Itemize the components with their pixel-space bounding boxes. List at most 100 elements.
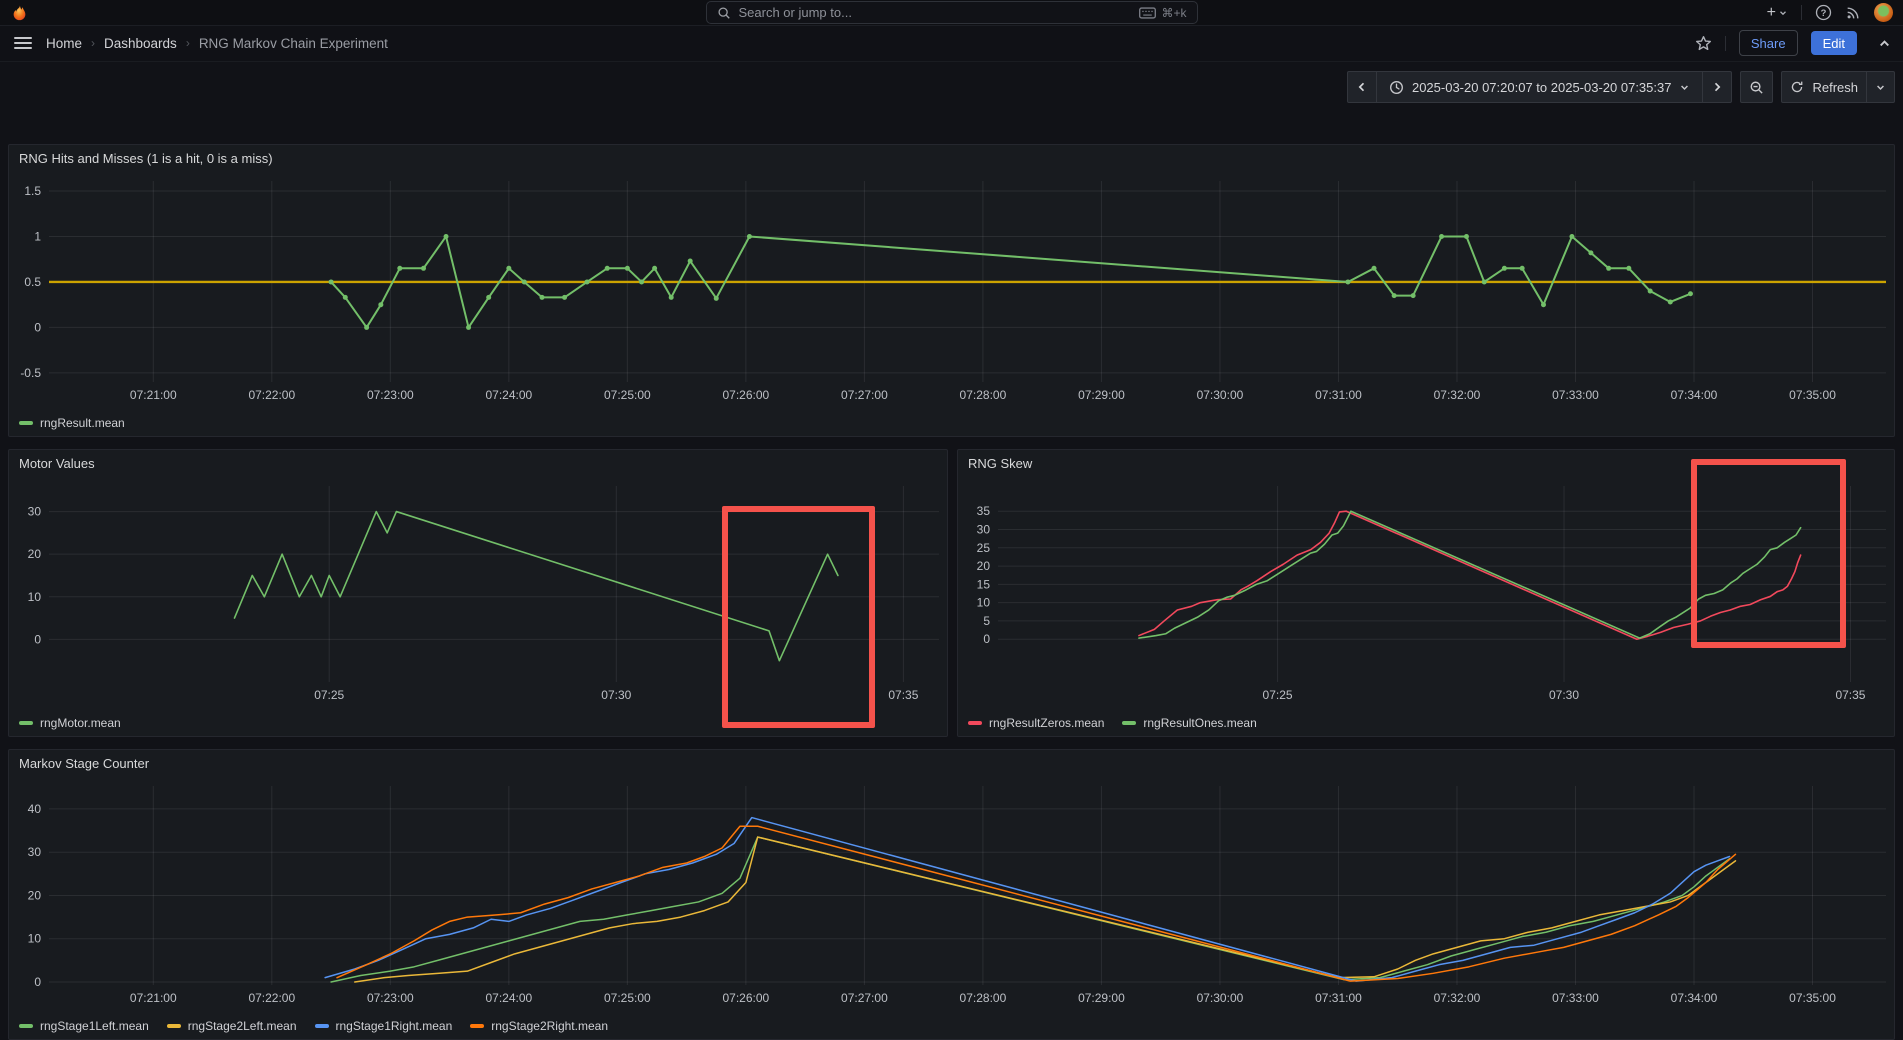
star-icon[interactable] <box>1695 35 1712 52</box>
svg-text:0: 0 <box>34 975 41 989</box>
time-controls: 2025-03-20 07:20:07 to 2025-03-20 07:35:… <box>1346 71 1895 103</box>
svg-text:0: 0 <box>34 320 41 334</box>
chevron-up-icon[interactable] <box>1878 37 1891 50</box>
chevron-right-icon: › <box>91 36 96 50</box>
series-rngStage2Right.mean <box>336 825 1737 982</box>
legend-item-rngResultOnes.mean[interactable]: rngResultOnes.mean <box>1122 716 1257 730</box>
add-button[interactable]: + <box>1766 3 1788 21</box>
svg-text:07:32:00: 07:32:00 <box>1434 388 1481 402</box>
time-series-chart[interactable]: 0 10 20 30 40 07:21:00 07:22:00 07:23:00 07:24:0… <box>9 778 1894 1013</box>
legend-label: rngStage2Left.mean <box>187 1019 297 1033</box>
svg-text:10: 10 <box>28 932 42 946</box>
svg-text:07:34:00: 07:34:00 <box>1671 991 1718 1005</box>
chevron-down-icon <box>1681 85 1689 90</box>
svg-text:30: 30 <box>977 523 991 537</box>
time-shift-forward-button[interactable] <box>1702 71 1733 103</box>
legend-item-rngResultZeros.mean[interactable]: rngResultZeros.mean <box>968 716 1104 730</box>
plus-icon: + <box>1766 3 1776 21</box>
legend-swatch <box>968 721 982 725</box>
svg-text:30: 30 <box>28 505 42 519</box>
svg-text:1.5: 1.5 <box>24 184 41 198</box>
chart-legend: rngStage1Left.mean rngStage2Left.mean rngS… <box>19 1016 608 1036</box>
svg-text:07:35: 07:35 <box>1835 688 1865 702</box>
legend-label: rngResult.mean <box>40 416 125 430</box>
svg-text:0.5: 0.5 <box>24 275 41 289</box>
legend-item-rngStage2Right.mean[interactable]: rngStage2Right.mean <box>470 1019 608 1033</box>
news-rss-icon[interactable] <box>1845 5 1861 21</box>
svg-text:07:27:00: 07:27:00 <box>841 991 888 1005</box>
panel-markov-stage-counter: Markov Stage Counter 0 10 20 30 40 07:21:00 07… <box>8 749 1895 1040</box>
time-series-chart[interactable]: -0.5 0 0.5 1 1.5 07:21:00 07:22:00 07:23:00 07:2… <box>9 173 1894 410</box>
svg-text:07:24:00: 07:24:00 <box>485 991 532 1005</box>
legend-item-rngResult.mean[interactable]: rngResult.mean <box>19 416 125 430</box>
svg-text:07:34:00: 07:34:00 <box>1671 388 1718 402</box>
search-input[interactable]: Search or jump to... ⌘+k <box>705 1 1198 24</box>
refresh-icon <box>1792 81 1803 93</box>
svg-text:07:25:00: 07:25:00 <box>604 991 651 1005</box>
clock-icon <box>1390 80 1403 94</box>
chevron-right-icon <box>1715 82 1721 92</box>
breadcrumb-home[interactable]: Home <box>46 36 82 51</box>
legend-item-rngStage1Left.mean[interactable]: rngStage1Left.mean <box>19 1019 149 1033</box>
zoom-out-icon <box>1751 81 1764 94</box>
search-shortcut: ⌘+k <box>1139 6 1187 20</box>
svg-text:07:28:00: 07:28:00 <box>960 388 1007 402</box>
chart-legend: rngResultZeros.mean rngResultOnes.mean <box>968 713 1257 733</box>
refresh-button[interactable]: Refresh <box>1781 71 1867 103</box>
chevron-right-icon: › <box>185 36 190 50</box>
panel-title[interactable]: Markov Stage Counter <box>9 750 1894 778</box>
legend-item-rngStage2Left.mean[interactable]: rngStage2Left.mean <box>166 1019 297 1033</box>
legend-item-rngStage1Right.mean[interactable]: rngStage1Right.mean <box>314 1019 452 1033</box>
refresh-interval-button[interactable] <box>1866 71 1895 103</box>
help-icon[interactable]: ? <box>1815 4 1832 21</box>
svg-text:07:29:00: 07:29:00 <box>1078 991 1125 1005</box>
svg-text:07:26:00: 07:26:00 <box>723 991 770 1005</box>
svg-text:07:35: 07:35 <box>888 688 918 702</box>
breadcrumb-current: RNG Markov Chain Experiment <box>198 35 388 51</box>
zoom-out-button[interactable] <box>1740 71 1774 103</box>
legend-item-rngMotor.mean[interactable]: rngMotor.mean <box>19 716 121 730</box>
chart-canvas: 0 10 20 30 40 07:21:00 07:22:00 07:23:00 07:24:0… <box>28 786 1886 1005</box>
svg-text:07:32:00: 07:32:00 <box>1434 991 1481 1005</box>
edit-button[interactable]: Edit <box>1810 31 1857 55</box>
svg-text:30: 30 <box>28 845 42 859</box>
share-button[interactable]: Share <box>1738 30 1798 56</box>
grafana-dashboard: { "colors": { "accent_blue": "#3d71d9", … <box>0 0 1903 1040</box>
panel-title[interactable]: Motor Values <box>9 450 947 478</box>
time-range-picker[interactable]: 2025-03-20 07:20:07 to 2025-03-20 07:35:… <box>1375 71 1704 103</box>
svg-text:07:24:00: 07:24:00 <box>485 388 532 402</box>
chart-legend: rngResult.mean <box>19 413 125 433</box>
time-range-group: 2025-03-20 07:20:07 to 2025-03-20 07:35:… <box>1346 71 1733 103</box>
breadcrumb-dashboards[interactable]: Dashboards <box>104 36 177 51</box>
svg-text:07:31:00: 07:31:00 <box>1315 388 1362 402</box>
chevron-down-icon <box>1877 85 1884 90</box>
svg-text:07:35:00: 07:35:00 <box>1789 388 1836 402</box>
refresh-group: Refresh <box>1781 71 1895 103</box>
svg-text:07:25: 07:25 <box>1263 688 1293 702</box>
user-avatar[interactable] <box>1874 3 1893 22</box>
svg-text:07:33:00: 07:33:00 <box>1552 991 1599 1005</box>
svg-text:07:25:00: 07:25:00 <box>604 388 651 402</box>
svg-text:20: 20 <box>28 547 42 561</box>
series-rngStage1Right.mean <box>324 816 1731 982</box>
panel-title[interactable]: RNG Hits and Misses (1 is a hit, 0 is a … <box>9 145 1894 173</box>
series-rngStage2Left.mean <box>354 836 1737 983</box>
grafana-logo-icon[interactable] <box>10 3 29 22</box>
legend-swatch <box>1122 721 1137 725</box>
chart-legend: rngMotor.mean <box>19 713 121 733</box>
breadcrumb: Home › Dashboards › RNG Markov Chain Exp… <box>46 36 388 51</box>
time-range-text: 2025-03-20 07:20:07 to 2025-03-20 07:35:… <box>1411 79 1672 95</box>
legend-swatch <box>166 1024 181 1028</box>
legend-swatch <box>19 721 33 725</box>
svg-text:20: 20 <box>28 888 42 902</box>
menu-icon[interactable] <box>14 37 32 49</box>
panel-motor-values: Motor Values 0 10 20 30 07:25 07:30 07:35 rngM… <box>8 449 948 737</box>
svg-text:0: 0 <box>983 632 990 646</box>
time-shift-back-button[interactable] <box>1346 71 1377 103</box>
chevron-left-icon <box>1358 82 1365 92</box>
svg-text:07:30: 07:30 <box>601 688 631 702</box>
svg-text:?: ? <box>1821 8 1827 19</box>
svg-text:07:22:00: 07:22:00 <box>248 991 295 1005</box>
svg-text:40: 40 <box>28 802 42 816</box>
dashboard-actions: Share Edit <box>1695 30 1891 56</box>
